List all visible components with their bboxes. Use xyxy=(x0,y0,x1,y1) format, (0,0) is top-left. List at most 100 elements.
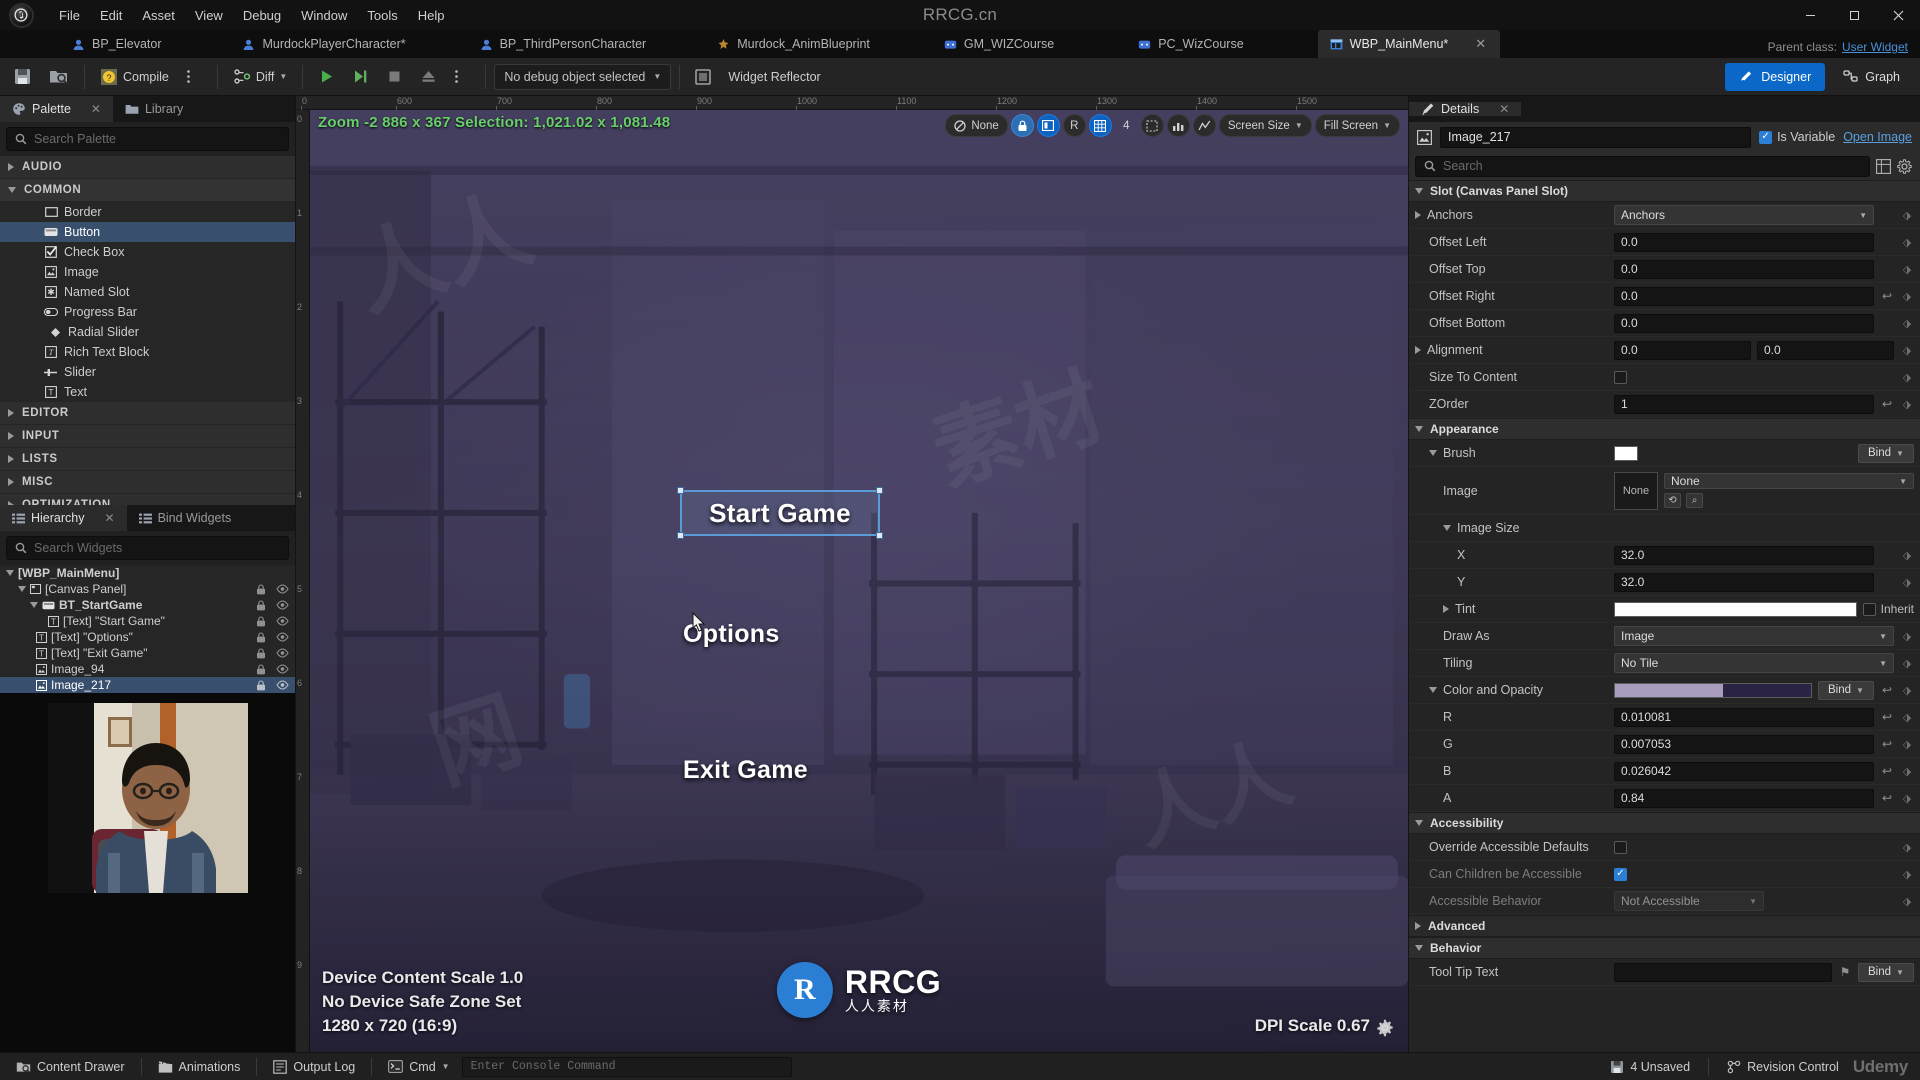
pin-icon[interactable]: ⬗ xyxy=(1900,549,1914,562)
profile-toggle[interactable] xyxy=(1192,114,1216,137)
offset-bottom-input[interactable]: 0.0 xyxy=(1614,313,1874,333)
compile-options-button[interactable] xyxy=(179,62,209,92)
start-game-button[interactable]: Start Game xyxy=(677,487,883,539)
asset-tab-wbp-mainmenu[interactable]: WBP_MainMenu* ✕ xyxy=(1317,30,1501,58)
close-icon[interactable]: ✕ xyxy=(1499,102,1509,116)
chevron-down-icon[interactable] xyxy=(30,602,38,608)
offset-left-input[interactable]: 0.0 xyxy=(1614,232,1874,252)
browse-asset-icon[interactable]: ⌕ xyxy=(1686,493,1703,508)
palette-item-text[interactable]: T Text xyxy=(0,382,295,402)
stats-toggle[interactable] xyxy=(1166,114,1190,137)
pin-icon[interactable]: ⬗ xyxy=(1900,236,1914,249)
close-icon[interactable]: ✕ xyxy=(1475,36,1486,52)
screen-size-select[interactable]: Screen Size ▼ xyxy=(1218,114,1312,137)
image-asset-select[interactable]: None ▼ xyxy=(1664,473,1914,489)
color-b-input[interactable]: 0.026042 xyxy=(1614,761,1874,781)
chevron-down-icon[interactable] xyxy=(1429,450,1437,456)
section-behavior[interactable]: Behavior xyxy=(1409,937,1920,959)
row-icons[interactable] xyxy=(256,615,289,627)
pin-icon[interactable]: ⬗ xyxy=(1900,792,1914,805)
pin-icon[interactable]: ⬗ xyxy=(1900,576,1914,589)
palette-item-slider[interactable]: Slider xyxy=(0,362,295,382)
chevron-down-icon[interactable] xyxy=(1429,687,1437,693)
is-variable-checkbox[interactable]: Is Variable xyxy=(1759,130,1835,144)
row-icons[interactable] xyxy=(256,631,289,643)
color-opacity-swatch[interactable] xyxy=(1614,682,1812,698)
palette-item-radial-slider[interactable]: Radial Slider xyxy=(0,322,295,342)
menu-view[interactable]: View xyxy=(186,4,232,27)
palette-item-image[interactable]: Image xyxy=(0,262,295,282)
fill-screen-select[interactable]: Fill Screen ▼ xyxy=(1314,114,1400,137)
menu-edit[interactable]: Edit xyxy=(91,4,131,27)
row-icons[interactable] xyxy=(256,583,289,595)
column-layout-icon[interactable] xyxy=(1876,158,1891,174)
pin-icon[interactable]: ⬗ xyxy=(1900,290,1914,303)
hierarchy-item-bt-startgame[interactable]: BT_StartGame xyxy=(0,597,295,613)
exit-game-text[interactable]: Exit Game xyxy=(683,756,808,785)
fill-screen-toggle[interactable] xyxy=(1036,114,1060,137)
pin-icon[interactable]: ⬗ xyxy=(1900,630,1914,643)
asset-tab-murdock-player-character[interactable]: MurdockPlayerCharacter* xyxy=(230,30,419,58)
chevron-right-icon[interactable] xyxy=(1415,346,1421,354)
pin-icon[interactable]: ⬗ xyxy=(1900,711,1914,724)
tint-color-swatch[interactable] xyxy=(1614,601,1857,617)
section-slot-canvas-panel-slot[interactable]: Slot (Canvas Panel Slot) xyxy=(1409,180,1920,202)
section-accessibility[interactable]: Accessibility xyxy=(1409,812,1920,834)
compile-button[interactable]: ? Compile xyxy=(93,62,176,92)
pin-icon[interactable]: ⬗ xyxy=(1900,738,1914,751)
reset-arrow-icon[interactable]: ↩ xyxy=(1880,710,1894,724)
section-appearance[interactable]: Appearance xyxy=(1409,418,1920,440)
snapping-button[interactable]: None xyxy=(945,114,1008,137)
tiling-select[interactable]: No Tile ▼ xyxy=(1614,653,1894,673)
tab-bind-widgets[interactable]: Bind Widgets xyxy=(126,505,244,531)
hierarchy-item-text-start-game[interactable]: T [Text] "Start Game" xyxy=(0,613,295,629)
image-thumbnail[interactable]: None xyxy=(1614,471,1658,510)
accessible-behavior-select[interactable]: Not Accessible ▼ xyxy=(1614,891,1764,911)
unreal-engine-logo[interactable] xyxy=(0,0,42,30)
horizontal-ruler[interactable]: 0 600 700 800 900 1000 1100 1200 1300 14… xyxy=(296,96,1408,110)
step-button[interactable] xyxy=(345,62,376,92)
palette-category-input[interactable]: INPUT xyxy=(0,425,295,448)
console-command-input[interactable]: Enter Console Command xyxy=(461,1056,792,1077)
hierarchy-item-text-options[interactable]: T [Text] "Options" xyxy=(0,629,295,645)
tab-palette[interactable]: Palette ✕ xyxy=(0,96,113,122)
widget-reflector-toggle[interactable] xyxy=(688,62,718,92)
graph-mode-button[interactable]: Graph xyxy=(1829,63,1914,91)
row-icons[interactable] xyxy=(256,679,289,691)
grid-toggle[interactable] xyxy=(1088,114,1112,137)
pin-icon[interactable]: ⬗ xyxy=(1900,371,1914,384)
color-r-input[interactable]: 0.010081 xyxy=(1614,707,1874,727)
anchors-select[interactable]: Anchors ▼ xyxy=(1614,205,1874,225)
hierarchy-item-canvas-panel[interactable]: [Canvas Panel] xyxy=(0,581,295,597)
close-button[interactable] xyxy=(1876,0,1920,30)
palette-category-lists[interactable]: LISTS xyxy=(0,448,295,471)
design-surface[interactable]: 人人 素材 网 人人 Zoom -2 886 x 367 Selection: … xyxy=(310,110,1408,1052)
close-icon[interactable]: ✕ xyxy=(91,102,101,116)
asset-tab-pc-wizcourse[interactable]: PC_WizCourse xyxy=(1126,30,1257,58)
resolution-toggle[interactable]: R xyxy=(1062,114,1086,137)
play-options-button[interactable] xyxy=(447,62,477,92)
pin-icon[interactable]: ⬗ xyxy=(1900,398,1914,411)
palette-item-named-slot[interactable]: ✱ Named Slot xyxy=(0,282,295,302)
menu-tools[interactable]: Tools xyxy=(358,4,406,27)
reset-arrow-icon[interactable]: ↩ xyxy=(1880,764,1894,778)
outline-toggle[interactable] xyxy=(1140,114,1164,137)
palette-item-border[interactable]: Border xyxy=(0,202,295,222)
palette-category-misc[interactable]: MISC xyxy=(0,471,295,494)
alignment-y-input[interactable]: 0.0 xyxy=(1757,340,1894,360)
pin-icon[interactable]: ⬗ xyxy=(1900,895,1914,908)
row-icons[interactable] xyxy=(256,663,289,675)
open-image-link[interactable]: Open Image xyxy=(1843,130,1912,144)
reset-arrow-icon[interactable]: ↩ xyxy=(1880,289,1894,303)
search-palette-input[interactable]: Search Palette xyxy=(6,127,289,151)
override-accessible-defaults-checkbox[interactable] xyxy=(1614,840,1627,854)
resize-handle-tl[interactable] xyxy=(677,487,684,494)
palette-item-progress-bar[interactable]: Progress Bar xyxy=(0,302,295,322)
hierarchy-item-wbp-mainmenu[interactable]: [WBP_MainMenu] xyxy=(0,565,295,581)
palette-category-optimization[interactable]: OPTIMIZATION xyxy=(0,494,295,505)
pin-icon[interactable]: ⬗ xyxy=(1900,657,1914,670)
resize-handle-tr[interactable] xyxy=(876,487,883,494)
tooltip-bind-button[interactable]: Bind ▼ xyxy=(1858,962,1914,982)
menu-help[interactable]: Help xyxy=(409,4,454,27)
pin-icon[interactable]: ⬗ xyxy=(1900,841,1914,854)
